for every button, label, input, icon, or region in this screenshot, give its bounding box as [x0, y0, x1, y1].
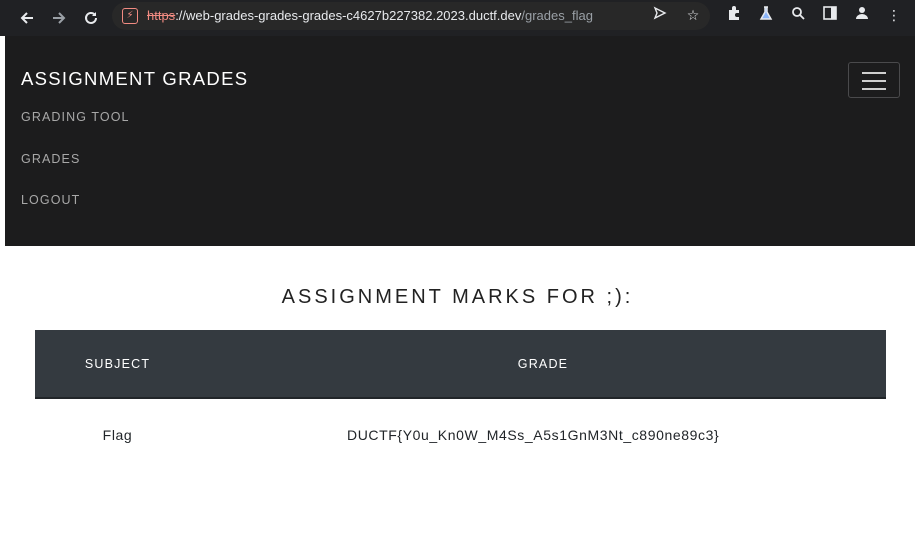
browser-toolbar: ⚡ https://web-grades-grades-grades-c4627…	[0, 0, 915, 36]
reload-icon[interactable]	[78, 5, 104, 31]
send-icon[interactable]	[650, 6, 670, 26]
navbar-toggle-button[interactable]	[848, 62, 900, 98]
table-row: Flag DUCTF{Y0u_Kn0W_M4Ss_A5s1GnM3Nt_c890…	[35, 398, 886, 470]
labs-icon[interactable]	[755, 5, 777, 27]
hamburger-icon-bar	[862, 88, 886, 90]
address-bar[interactable]: ⚡ https://web-grades-grades-grades-c4627…	[112, 2, 710, 30]
nav-link-grades[interactable]: GRADES	[21, 152, 80, 166]
profile-icon[interactable]	[851, 5, 873, 27]
bookmark-star-icon[interactable]: ☆	[683, 6, 703, 26]
side-panel-icon[interactable]	[819, 5, 841, 27]
table-header-row: SUBJECT GRADE	[35, 330, 886, 398]
subject-cell: Flag	[102, 426, 133, 443]
nav-link-grading-tool[interactable]: GRADING TOOL	[21, 110, 130, 124]
back-icon[interactable]	[14, 5, 40, 31]
column-header-grade: GRADE	[517, 356, 569, 371]
brand-title[interactable]: ASSIGNMENT GRADES	[21, 68, 248, 90]
url-scheme: https	[147, 8, 176, 23]
search-icon[interactable]	[787, 5, 809, 27]
site-navbar: ASSIGNMENT GRADES GRADING TOOL GRADES LO…	[5, 36, 915, 246]
menu-icon[interactable]: ⋮	[883, 5, 905, 27]
page-title: ASSIGNMENT MARKS FOR ;):	[281, 286, 634, 308]
url-text[interactable]: https://web-grades-grades-grades-c4627b2…	[147, 8, 593, 23]
grade-cell: DUCTF{Y0u_Kn0W_M4Ss_A5s1GnM3Nt_c890ne89c…	[347, 426, 720, 443]
not-secure-icon[interactable]: ⚡	[122, 8, 138, 24]
extensions-icon[interactable]	[723, 5, 745, 27]
nav-link-logout[interactable]: LOGOUT	[21, 193, 80, 207]
column-header-subject: SUBJECT	[84, 356, 151, 371]
grades-table: SUBJECT GRADE Flag DUCTF{Y0u_Kn0W_M4Ss_A…	[35, 330, 886, 470]
forward-icon[interactable]	[46, 5, 72, 31]
url-path: /grades_flag	[521, 8, 593, 23]
hamburger-icon	[862, 72, 886, 74]
hamburger-icon-bar	[862, 80, 886, 82]
url-host: ://web-grades-grades-grades-c4627b227382…	[175, 8, 522, 23]
